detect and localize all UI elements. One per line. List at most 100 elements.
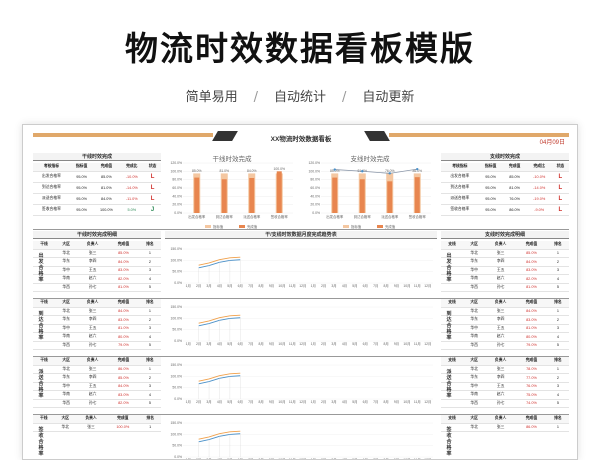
cell-value: 81.0% [516, 324, 547, 333]
bar-actual [276, 171, 282, 213]
x-tick-label: 6月 [238, 284, 243, 288]
x-tick-label: 签收合格率 [409, 214, 427, 219]
cell-owner: 赵六 [77, 274, 109, 284]
detail-right-table: 支线 大区 负责人 完成值 排名 华北 张三 86.0% 1 [441, 415, 569, 432]
summary-cell-target: 95.0% [69, 193, 94, 205]
summary-header-row: 考核指标 指标值 完成值 完成比 状态 [441, 163, 569, 172]
cell-rank: 5 [138, 341, 161, 350]
data-label: 85.0% [192, 169, 202, 173]
cell-value: 83.0% [108, 266, 139, 275]
x-tick-label: 2月 [321, 400, 326, 404]
detail-band: 干线 大区 负责人 完成值 排名 华北 张三 85.0% 1 华东 李四 84.0% 2 华中 王五 83.0… [33, 241, 569, 299]
cell-rank: 1 [546, 423, 569, 432]
column-header: 完成值 [108, 241, 139, 250]
x-tick-label: 1月 [311, 400, 316, 404]
table-row: 华北 张三 86.0% 1 [33, 365, 161, 374]
summary-cell-target: 95.0% [69, 204, 94, 216]
column-header: 完成比 [119, 163, 145, 172]
x-tick-label: 10月 [278, 400, 285, 404]
x-tick-label: 7月 [248, 342, 253, 346]
band-label-right: 派送合格率 [446, 369, 452, 399]
column-header: 干线 [33, 357, 56, 366]
summary-row: 到达合格率 95.0% 81.0% -14.0% L [33, 182, 161, 194]
y-tick-label: 80.0% [310, 178, 320, 182]
x-tick-label: 3月 [331, 284, 336, 288]
summary-cell-name: 派送合格率 [33, 193, 70, 205]
cell-rank: 4 [546, 274, 569, 284]
cell-value: 79.0% [108, 341, 139, 350]
summary-cell-status: L [551, 182, 569, 194]
table-row: 华西 孙七 79.0% 5 [33, 341, 161, 350]
column-header: 支线 [441, 415, 464, 424]
cell-rank: 2 [138, 257, 161, 267]
x-tick-label: 2月 [196, 400, 201, 404]
summary-left-header: 干线时效完成 [33, 153, 161, 161]
cell-value: 84.0% [108, 257, 139, 267]
x-tick-label: 10月 [278, 342, 285, 346]
x-tick-label: 11月 [414, 342, 421, 346]
cell-rank: 3 [546, 382, 569, 391]
cell-spacer [33, 283, 56, 292]
detail-left-table: 干线 大区 负责人 完成值 排名 华北 张三 85.0% 1 华东 李四 84.0% 2 华中 王五 83.0… [33, 241, 161, 292]
bar-actual [194, 177, 200, 213]
table-row: 华北 张三 84.0% 1 [33, 307, 161, 316]
summary-row: 签收合格率 95.0% 100.0% 5.0% J [33, 204, 161, 216]
summary-cell-name: 签收合格率 [441, 204, 479, 216]
table-row: 华南 赵六 83.0% 4 [33, 390, 161, 400]
y-tick-label: 0.0% [174, 455, 182, 459]
cell-region: 华东 [55, 315, 78, 325]
cell-rank: 5 [546, 399, 569, 408]
x-tick-label: 9月 [394, 342, 399, 346]
summary-cell-ratio: -9.0% [526, 204, 552, 216]
summary-cell-value: 81.0% [502, 182, 527, 194]
x-tick-label: 7月 [373, 284, 378, 288]
trend-chart: 150.0% 100.0% 50.0% 0.0% 1月 2月 3月 4月 5月 6月 7月 8月 9月 1… [171, 247, 433, 288]
cell-rank: 1 [139, 423, 161, 432]
summary-cell-ratio: -11.0% [119, 193, 145, 205]
x-tick-label: 7月 [373, 342, 378, 346]
cell-owner: 李四 [77, 315, 109, 325]
x-tick-label: 9月 [269, 400, 274, 404]
cell-region: 华中 [463, 266, 486, 275]
x-tick-label: 6月 [363, 284, 368, 288]
x-tick-label: 4月 [342, 284, 347, 288]
column-header: 支线 [441, 241, 464, 250]
summary-cell-status: L [144, 193, 161, 205]
cell-region: 华中 [55, 266, 78, 275]
cell-region: 华北 [463, 249, 486, 258]
cell-value: 79.0% [516, 341, 547, 350]
cell-owner: 张三 [77, 249, 109, 258]
column-header: 大区 [55, 357, 78, 366]
x-tick-label: 派送合格率 [381, 214, 399, 219]
band-label-left: 派送合格率 [38, 369, 44, 399]
column-header: 排名 [546, 241, 569, 250]
column-header: 干线 [33, 415, 55, 424]
cell-rank: 5 [546, 283, 569, 292]
y-tick-label: 40.0% [172, 194, 182, 198]
summary-cell-target: 95.0% [69, 182, 94, 194]
dashboard-sheet: XX物流时效数据看板 04月09日 干线时效完成 考核指标 指标值 完成值 完成比 状态… [22, 124, 578, 460]
legend-swatch [343, 225, 349, 228]
cell-region: 华西 [55, 283, 78, 292]
detail-right-header: 支线时效完成明细 [441, 231, 569, 239]
cell-owner: 李四 [77, 257, 109, 267]
y-tick-label: 150.0% [171, 421, 183, 425]
y-tick-label: 100.0% [171, 374, 183, 378]
table-row: 华南 赵六 75.0% 4 [441, 390, 569, 400]
column-header: 负责人 [77, 299, 109, 308]
trend-chart: 150.0% 100.0% 50.0% 0.0% 1月 2月 3月 4月 5月 6月 7月 8月 9月 1… [171, 363, 433, 404]
cell-owner: 赵六 [485, 390, 517, 400]
cell-owner: 张三 [485, 423, 517, 432]
y-tick-label: 40.0% [310, 194, 320, 198]
chart-branch-title: 支线时效完成 [350, 156, 390, 163]
cell-region: 华南 [55, 390, 78, 400]
cell-value: 81.0% [108, 324, 139, 333]
cell-region: 华北 [463, 365, 486, 374]
cell-value: 75.0% [516, 390, 547, 400]
summary-row: 签收合格率 95.0% 86.0% -9.0% L [441, 204, 569, 216]
x-tick-label: 到达合格率 [216, 214, 234, 219]
table-row: 华西 孙七 74.0% 5 [441, 399, 569, 408]
x-tick-label: 11月 [289, 342, 296, 346]
cell-owner: 李四 [485, 373, 517, 383]
x-tick-label: 7月 [248, 400, 253, 404]
